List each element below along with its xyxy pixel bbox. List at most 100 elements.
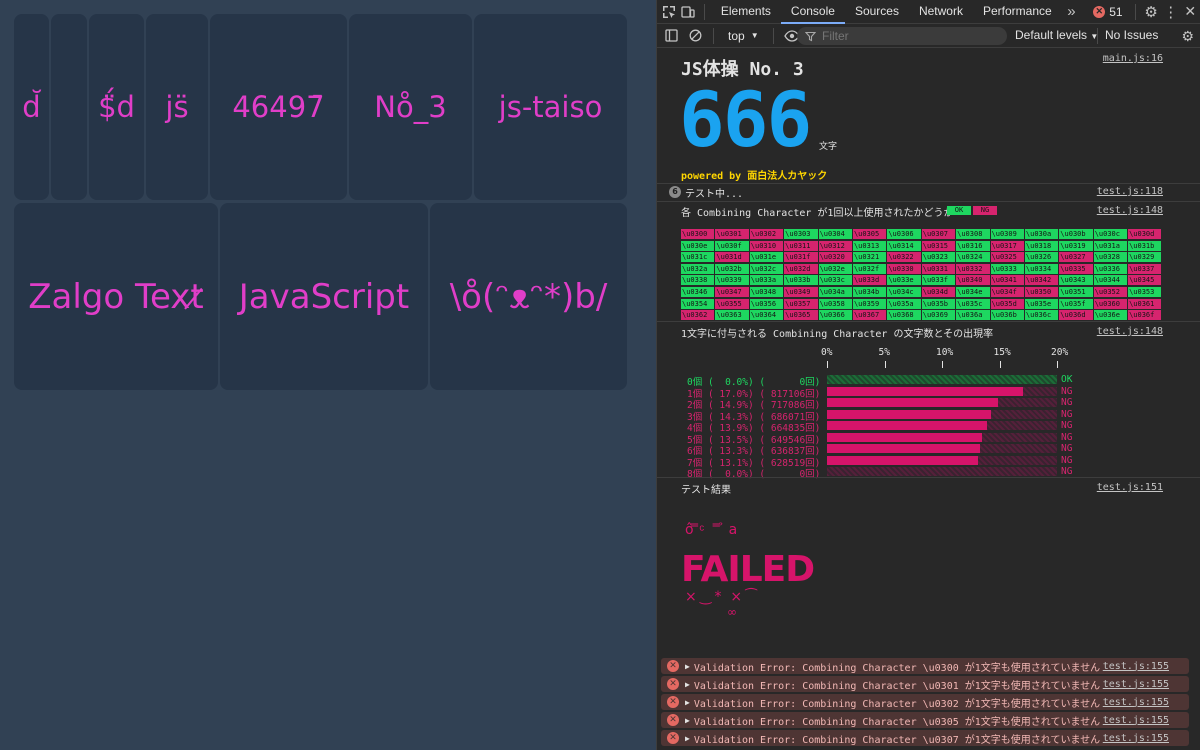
- combining-char-cell: \u0314: [887, 240, 921, 251]
- combining-char-cell: \u0328: [1093, 252, 1128, 263]
- error-message-row[interactable]: ✕ ▶ Validation Error: Combining Character …: [661, 694, 1189, 710]
- combining-char-cell: \u0317: [990, 240, 1024, 251]
- combining-char-cell: \u033e: [887, 275, 921, 286]
- log-levels-label: Default levels: [1015, 28, 1088, 42]
- combining-char-cell: \u034e: [956, 286, 990, 298]
- combining-char-cell: \u035a: [887, 298, 921, 309]
- combining-char-cell: \u033c: [818, 275, 852, 286]
- combining-char-cell: \u0369: [921, 310, 956, 321]
- combining-char-cell: \u031e: [749, 252, 784, 263]
- combining-char-cell: \u033a: [749, 275, 784, 286]
- error-message-row[interactable]: ✕ ▶ Validation Error: Combining Character …: [661, 730, 1189, 746]
- settings-gear-icon[interactable]: ⚙: [1141, 0, 1161, 24]
- zalgo-word: Zalgo Text̷: [28, 276, 204, 317]
- device-toolbar-icon[interactable]: [679, 0, 699, 24]
- combining-char-cell: \u0306: [887, 229, 921, 240]
- context-selector[interactable]: top ▼: [720, 29, 767, 43]
- group-count-badge: 6: [669, 186, 681, 198]
- more-options-icon[interactable]: ⋮: [1161, 0, 1181, 24]
- bar: [827, 398, 999, 407]
- combining-char-cell: \u034f: [990, 286, 1024, 298]
- combining-char-cell: \u0341: [990, 275, 1024, 286]
- source-link[interactable]: test.js:155: [1103, 715, 1169, 726]
- x-tick-mark: [999, 361, 1001, 368]
- combining-char-cell: \u0336: [1093, 263, 1128, 274]
- source-link[interactable]: main.js:16: [1103, 53, 1163, 64]
- combining-char-cell: \u0310: [749, 240, 784, 251]
- combining-char-cell: \u0325: [990, 252, 1024, 263]
- inspect-element-icon[interactable]: [659, 0, 679, 24]
- combining-char-cell: \u0316: [956, 240, 990, 251]
- zalgo-word: $̈́d: [98, 90, 135, 124]
- expand-caret-icon[interactable]: ▶: [685, 680, 690, 689]
- tab-console[interactable]: Console: [780, 0, 845, 24]
- tab-sources[interactable]: Sources: [845, 0, 909, 24]
- combining-char-cell: \u036f: [1128, 310, 1162, 321]
- filter-box[interactable]: [797, 27, 1007, 45]
- combining-char-cell: \u0304: [818, 229, 852, 240]
- combining-char-cell: \u031c: [681, 252, 715, 263]
- combining-char-cell: \u030a: [1024, 229, 1059, 240]
- log-levels-dropdown[interactable]: Default levels ▼: [1015, 28, 1098, 42]
- zalgo-word: \o̊(ᵔᴥᵔ*)b/: [449, 276, 608, 317]
- more-tabs-icon[interactable]: »: [1062, 0, 1082, 24]
- combining-char-cell: \u0308: [956, 229, 990, 240]
- combining-char-cell: \u036c: [1024, 310, 1059, 321]
- combining-char-cell: \u032a: [681, 263, 715, 274]
- combining-char-cell: \u0313: [852, 240, 887, 251]
- source-link[interactable]: test.js:155: [1103, 679, 1169, 690]
- failed-result: FAILED: [681, 549, 815, 590]
- combining-char-cell: \u0323: [921, 252, 956, 263]
- tab-performance[interactable]: Performance: [973, 0, 1062, 24]
- divider: [1097, 28, 1098, 44]
- combining-char-cell: \u030d: [1128, 229, 1162, 240]
- error-message-row[interactable]: ✕ ▶ Validation Error: Combining Character …: [661, 676, 1189, 692]
- tab-network[interactable]: Network: [909, 0, 973, 24]
- expand-caret-icon[interactable]: ▶: [685, 716, 690, 725]
- combining-char-cell: \u0303: [784, 229, 818, 240]
- combining-char-cell: \u0302: [749, 229, 784, 240]
- divider: [704, 3, 705, 20]
- bar-status: NG: [1061, 431, 1073, 443]
- source-link[interactable]: test.js:148: [1097, 205, 1163, 216]
- combining-char-cell: \u030c: [1093, 229, 1128, 240]
- clear-console-icon[interactable]: [683, 24, 707, 48]
- zalgo-decoration: ∞: [727, 605, 737, 619]
- bar-status: NG: [1061, 420, 1073, 431]
- filter-input[interactable]: [822, 29, 992, 43]
- source-link[interactable]: test.js:151: [1097, 482, 1163, 493]
- expand-caret-icon[interactable]: ▶: [685, 698, 690, 707]
- x-tick-label: 15%: [993, 347, 1011, 358]
- tile-7: js-taiso: [474, 14, 627, 200]
- tab-elements[interactable]: Elements: [711, 0, 781, 24]
- tile-8: Zalgo Text̷: [14, 203, 218, 390]
- expand-caret-icon[interactable]: ▶: [685, 734, 690, 743]
- error-message-row[interactable]: ✕ ▶ Validation Error: Combining Character …: [661, 658, 1189, 674]
- expand-caret-icon[interactable]: ▶: [685, 662, 690, 671]
- source-link[interactable]: test.js:155: [1103, 661, 1169, 672]
- source-link[interactable]: test.js:148: [1097, 326, 1163, 337]
- combining-char-cell: \u036e: [1093, 310, 1128, 321]
- combining-char-cell: \u0363: [715, 310, 749, 321]
- combining-char-cell: \u030f: [715, 240, 749, 251]
- sidebar-toggle-icon[interactable]: [659, 24, 683, 48]
- combining-char-cell: \u0320: [818, 252, 852, 263]
- source-link[interactable]: test.js:118: [1097, 186, 1163, 197]
- combining-char-cell: \u0347: [715, 286, 749, 298]
- error-counter[interactable]: ✕ 51: [1093, 5, 1123, 19]
- console-settings-gear-icon[interactable]: ⚙: [1181, 28, 1194, 45]
- zalgo-word: 46497̄: [232, 90, 325, 124]
- error-icon: ✕: [667, 678, 679, 690]
- close-icon[interactable]: ✕: [1180, 0, 1200, 24]
- ng-badge: NG: [973, 206, 997, 215]
- error-message-row[interactable]: ✕ ▶ Validation Error: Combining Character …: [661, 712, 1189, 728]
- source-link[interactable]: test.js:155: [1103, 733, 1169, 744]
- bar-status: NG: [1061, 385, 1073, 397]
- source-link[interactable]: test.js:155: [1103, 697, 1169, 708]
- issues-button[interactable]: No Issues: [1105, 28, 1158, 42]
- x-tick-label: 10%: [936, 347, 954, 358]
- tile-1: d̆: [14, 14, 49, 200]
- combining-char-cell: \u0343: [1059, 275, 1093, 286]
- combining-char-cell: \u0342: [1024, 275, 1059, 286]
- combining-char-cell: \u0353: [1128, 286, 1162, 298]
